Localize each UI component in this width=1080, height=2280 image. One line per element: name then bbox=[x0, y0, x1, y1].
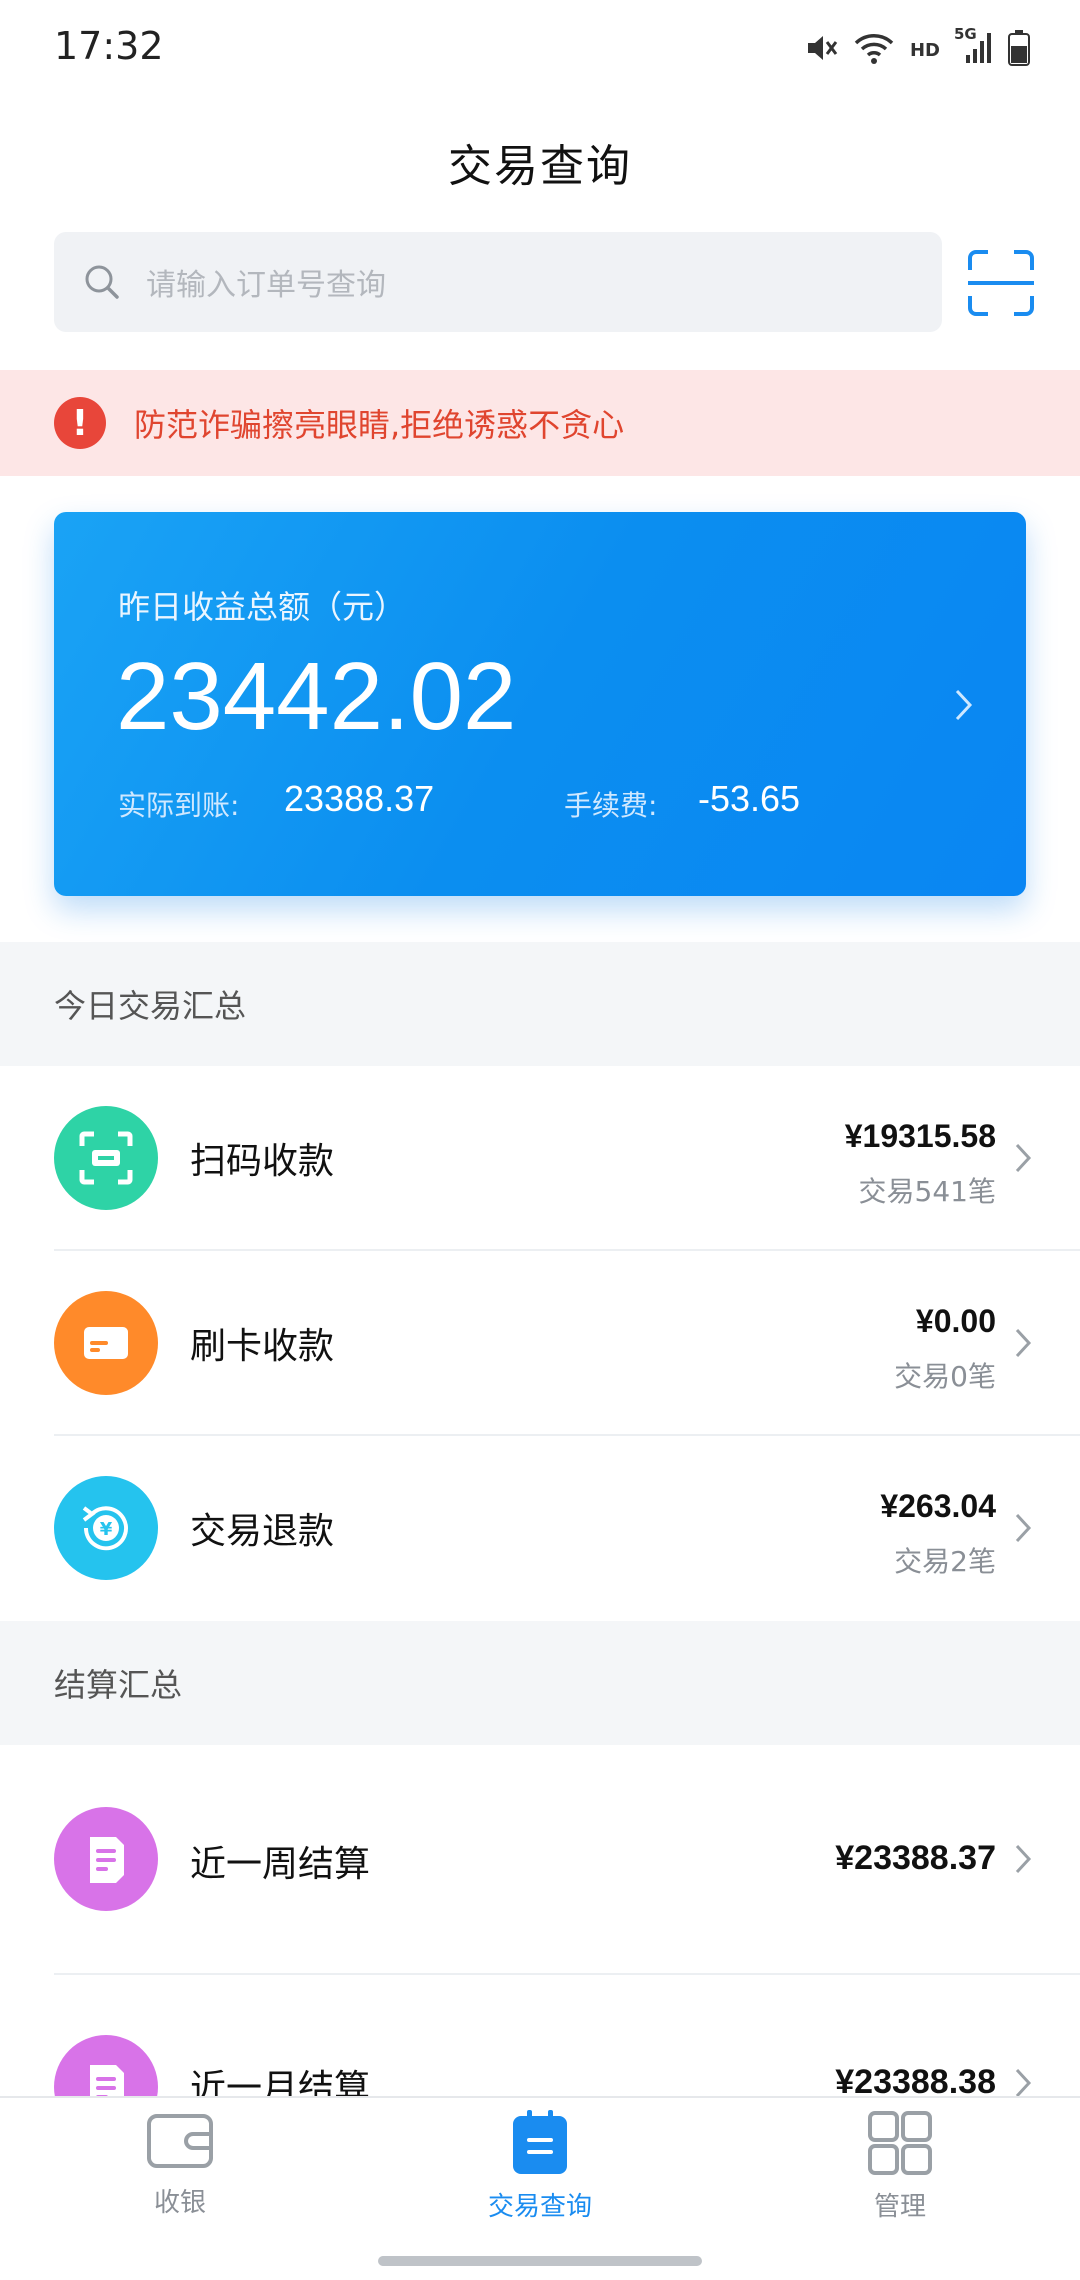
wifi-icon bbox=[854, 31, 894, 69]
notepad-icon bbox=[513, 2110, 567, 2174]
home-gesture-bar[interactable] bbox=[378, 2256, 702, 2266]
row-label: 近一周结算 bbox=[190, 1844, 371, 1885]
card-icon bbox=[54, 1291, 158, 1395]
row-label: 刷卡收款 bbox=[190, 1326, 335, 1367]
refund-icon: ¥ bbox=[54, 1476, 158, 1580]
row-label: 扫码收款 bbox=[190, 1141, 335, 1182]
status-time: 17:32 bbox=[54, 24, 164, 68]
chevron-right-icon bbox=[1015, 1513, 1032, 1543]
list-item-scan-pay[interactable]: 扫码收款 ¥19315.58 交易541笔 bbox=[0, 1066, 1080, 1251]
tab-transaction-query[interactable]: 交易查询 bbox=[440, 2110, 640, 2223]
signal-icon: 5G bbox=[954, 25, 992, 69]
fraud-warning-banner: ! 防范诈骗擦亮眼睛,拒绝诱惑不贪心 bbox=[0, 370, 1080, 476]
actual-value: 23388.37 bbox=[284, 778, 435, 819]
search-icon bbox=[85, 265, 119, 299]
income-card[interactable]: 昨日收益总额（元） 23442.02 实际到账: 23388.37 手续费: -… bbox=[54, 512, 1026, 896]
nav-label: 收银 bbox=[153, 2188, 206, 2218]
tab-cashier[interactable]: 收银 bbox=[80, 2110, 280, 2219]
tab-management[interactable]: 管理 bbox=[800, 2110, 1000, 2223]
fee-value: -53.65 bbox=[698, 778, 801, 819]
battery-icon bbox=[1008, 30, 1030, 70]
chevron-right-icon bbox=[1015, 1143, 1032, 1173]
row-amount: ¥19315.58 bbox=[844, 1118, 996, 1154]
search-placeholder: 请输入订单号查询 bbox=[146, 268, 386, 303]
section-title-today: 今日交易汇总 bbox=[0, 942, 1080, 1066]
nav-label: 交易查询 bbox=[487, 2192, 592, 2222]
hd-indicator: HD bbox=[909, 39, 940, 61]
list-item-refund[interactable]: ¥ 交易退款 ¥263.04 交易2笔 bbox=[0, 1436, 1080, 1621]
scan-button[interactable] bbox=[966, 248, 1036, 318]
status-icons: HD 5G bbox=[804, 25, 1030, 72]
row-amount: ¥23388.37 bbox=[835, 1839, 996, 1877]
chevron-right-icon bbox=[1015, 1328, 1032, 1358]
section-title-settlement: 结算汇总 bbox=[0, 1621, 1080, 1745]
mute-icon bbox=[804, 31, 838, 69]
search-input[interactable]: 请输入订单号查询 bbox=[54, 232, 942, 332]
chevron-right-icon bbox=[955, 689, 973, 721]
wallet-icon bbox=[147, 2114, 213, 2168]
network-type: 5G bbox=[954, 25, 977, 43]
alert-icon: ! bbox=[54, 397, 106, 449]
gesture-area bbox=[0, 2244, 1080, 2280]
list-item-week-settlement[interactable]: 近一周结算 ¥23388.37 bbox=[0, 1745, 1080, 1975]
warning-text: 防范诈骗擦亮眼睛,拒绝诱惑不贪心 bbox=[134, 406, 625, 444]
document-icon bbox=[54, 1807, 158, 1911]
row-count: 交易541笔 bbox=[858, 1175, 996, 1208]
fee-label: 手续费: bbox=[564, 789, 658, 822]
row-amount: ¥0.00 bbox=[915, 1303, 996, 1339]
row-amount: ¥263.04 bbox=[880, 1488, 996, 1524]
scan-icon bbox=[968, 250, 1034, 316]
income-card-area: 昨日收益总额（元） 23442.02 实际到账: 23388.37 手续费: -… bbox=[0, 476, 1080, 942]
svg-text:¥: ¥ bbox=[100, 1519, 113, 1540]
status-bar: 17:32 HD 5G bbox=[0, 0, 1080, 100]
chevron-right-icon bbox=[1015, 2068, 1032, 2098]
row-label: 交易退款 bbox=[190, 1511, 335, 1552]
page-title: 交易查询 bbox=[448, 141, 632, 192]
list-item-card-pay[interactable]: 刷卡收款 ¥0.00 交易0笔 bbox=[0, 1251, 1080, 1436]
nav-label: 管理 bbox=[873, 2192, 926, 2222]
income-amount: 23442.02 bbox=[116, 643, 517, 750]
row-count: 交易0笔 bbox=[894, 1360, 996, 1393]
row-count: 交易2笔 bbox=[894, 1545, 996, 1578]
income-label: 昨日收益总额（元） bbox=[118, 588, 407, 626]
bottom-nav: 收银 交易查询 管理 bbox=[0, 2096, 1080, 2244]
header: 交易查询 请输入订单号查询 bbox=[0, 100, 1080, 370]
chevron-right-icon bbox=[1015, 1844, 1032, 1874]
actual-label: 实际到账: bbox=[118, 789, 240, 822]
grid-icon bbox=[868, 2111, 932, 2175]
scan-icon bbox=[54, 1106, 158, 1210]
